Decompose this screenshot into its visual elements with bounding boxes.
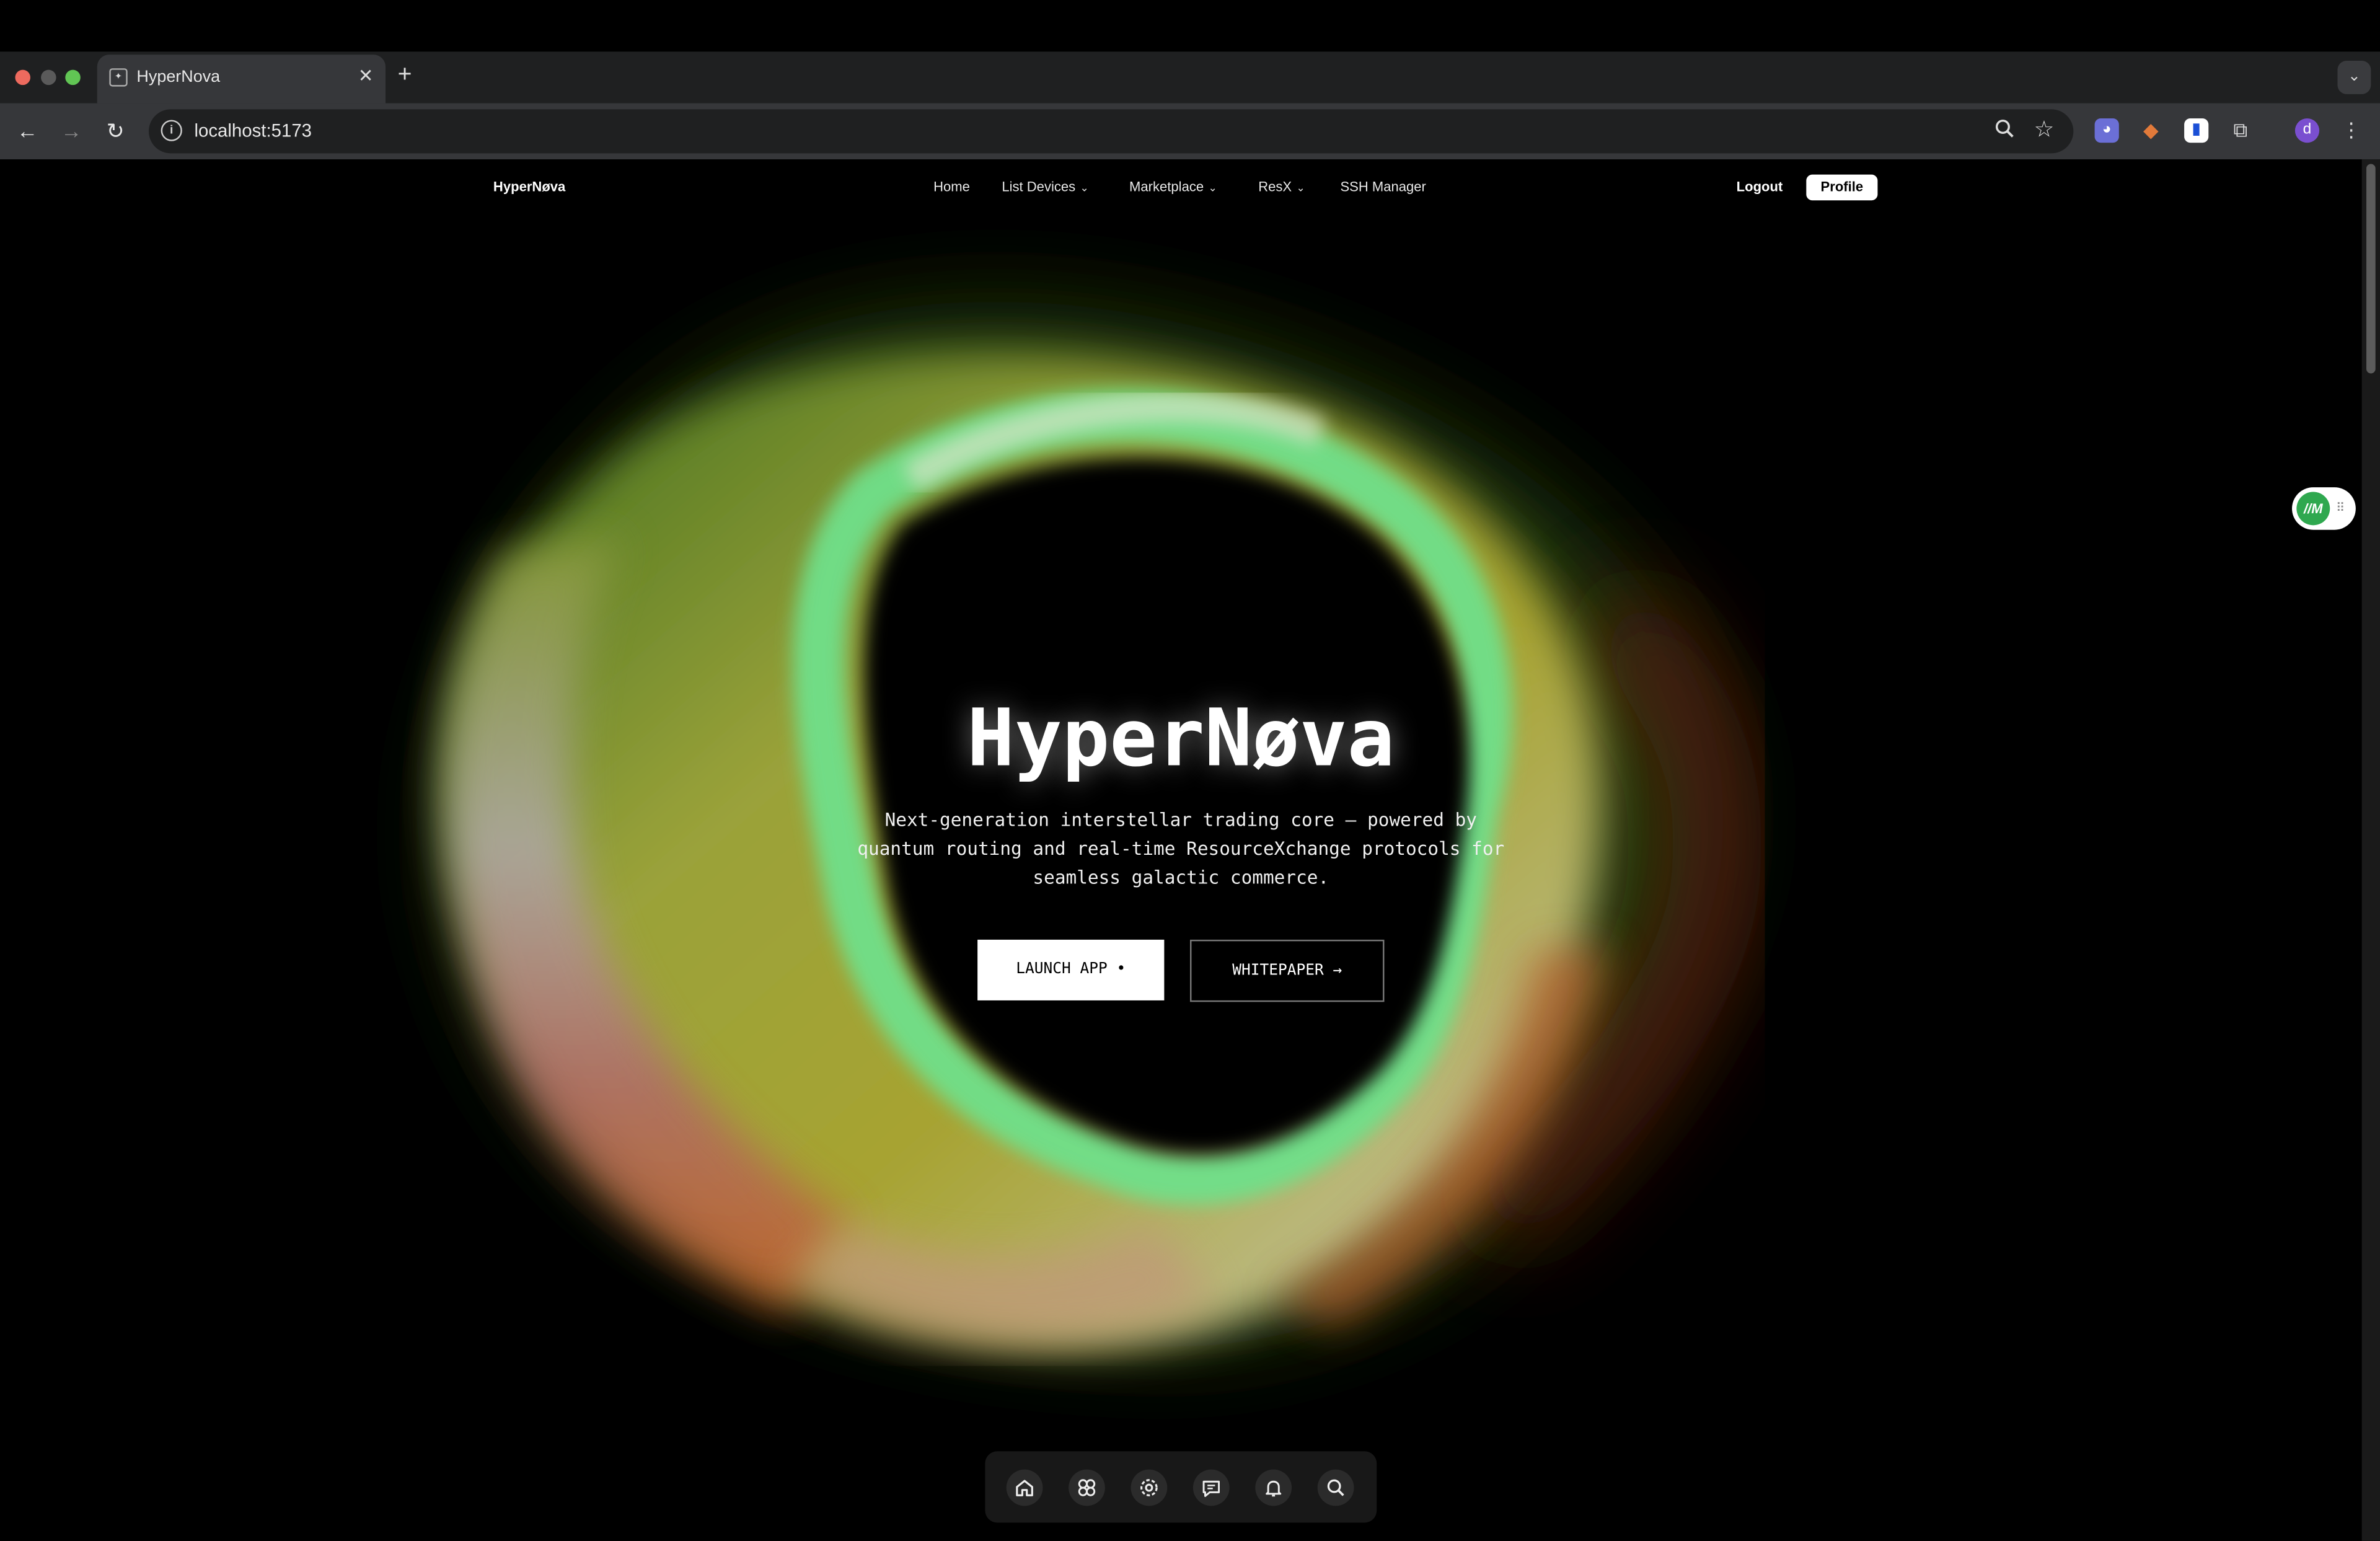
nav-link-label: Home bbox=[933, 179, 970, 195]
whitepaper-button[interactable]: WHITEPAPER → bbox=[1190, 939, 1385, 1002]
tab-search-button[interactable]: ⌄ bbox=[2337, 60, 2371, 94]
extension-ghost-icon[interactable]: ◕ bbox=[2094, 118, 2119, 143]
back-button[interactable]: ← bbox=[14, 118, 41, 143]
bell-icon bbox=[1266, 1480, 1282, 1497]
widget-logo-icon: //M bbox=[2296, 492, 2330, 526]
zoom-icon[interactable] bbox=[1994, 118, 2014, 143]
reload-button[interactable]: ↻ bbox=[102, 118, 129, 144]
extensions-puzzle-icon[interactable]: ⧉ bbox=[2228, 118, 2252, 143]
drag-handle-icon[interactable]: ⠿ bbox=[2336, 501, 2345, 514]
apps-icon bbox=[1078, 1479, 1096, 1496]
nav-link-label: Marketplace bbox=[1129, 179, 1204, 195]
url-text: localhost:5173 bbox=[194, 120, 312, 141]
chevron-down-icon: ⌄ bbox=[1296, 183, 1305, 195]
address-bar[interactable]: i localhost:5173 bbox=[149, 109, 2074, 154]
home-icon bbox=[1016, 1480, 1033, 1496]
scrollbar-thumb[interactable] bbox=[2366, 164, 2376, 374]
dock-settings-button[interactable] bbox=[1130, 1469, 1168, 1506]
floating-widget[interactable]: //M ⠿ bbox=[2291, 487, 2356, 530]
bookmark-star-icon[interactable]: ☆ bbox=[2034, 115, 2055, 143]
nav-link-resx[interactable]: ResX ⌄ bbox=[1258, 179, 1305, 194]
extension-fox-icon[interactable]: ◆ bbox=[2139, 118, 2163, 143]
extension-flag-icon[interactable]: ▮ bbox=[2184, 118, 2209, 143]
nav-link-label: SSH Manager bbox=[1340, 179, 1426, 195]
page-viewport: HyperNøva Home List Devices ⌄ Marketplace… bbox=[0, 159, 2362, 1541]
nav-link-ssh-manager[interactable]: SSH Manager bbox=[1340, 179, 1426, 194]
minimize-window-button[interactable] bbox=[41, 69, 56, 86]
dock-home-button[interactable] bbox=[1006, 1469, 1043, 1506]
settings-icon bbox=[1140, 1479, 1158, 1496]
profile-avatar[interactable]: d bbox=[2294, 118, 2320, 143]
close-window-button[interactable] bbox=[15, 69, 30, 86]
dock-chat-button[interactable] bbox=[1192, 1469, 1230, 1506]
search-icon bbox=[1327, 1479, 1344, 1496]
dock-notifications-button[interactable] bbox=[1255, 1469, 1292, 1506]
forward-button[interactable]: → bbox=[58, 118, 85, 143]
dock-apps-button[interactable] bbox=[1069, 1469, 1105, 1506]
new-tab-button[interactable]: + bbox=[398, 62, 412, 89]
nav-brand[interactable]: HyperNøva bbox=[493, 179, 565, 194]
nav-link-home[interactable]: Home bbox=[933, 179, 970, 194]
nav-link-label: ResX bbox=[1258, 179, 1292, 195]
chevron-down-icon: ⌄ bbox=[1080, 183, 1089, 195]
maximize-window-button[interactable] bbox=[65, 69, 81, 86]
bottom-dock bbox=[985, 1451, 1377, 1523]
tab-close-icon[interactable]: ✕ bbox=[358, 65, 374, 86]
site-info-icon[interactable]: i bbox=[161, 120, 182, 141]
browser-tab[interactable]: ✦ HyperNova ✕ bbox=[97, 55, 386, 104]
browser-menu-icon[interactable]: ⋮ bbox=[2339, 118, 2363, 143]
dock-search-button[interactable] bbox=[1317, 1469, 1354, 1506]
nav-link-list-devices[interactable]: List Devices ⌄ bbox=[1002, 179, 1089, 194]
profile-button[interactable]: Profile bbox=[1806, 174, 1878, 201]
favicon-icon: ✦ bbox=[109, 68, 128, 87]
hero-title: HyperNøva bbox=[967, 694, 1395, 785]
logout-button[interactable]: Logout bbox=[1737, 179, 1783, 194]
chat-icon bbox=[1202, 1480, 1220, 1497]
launch-app-button[interactable]: LAUNCH APP • bbox=[977, 939, 1165, 1000]
chevron-down-icon: ⌄ bbox=[1208, 183, 1217, 195]
nav-link-label: List Devices bbox=[1002, 179, 1076, 195]
tab-title: HyperNova bbox=[136, 68, 221, 87]
nav-link-marketplace[interactable]: Marketplace ⌄ bbox=[1129, 179, 1217, 194]
hero-subtitle: Next-generation interstellar trading cor… bbox=[857, 809, 1505, 888]
